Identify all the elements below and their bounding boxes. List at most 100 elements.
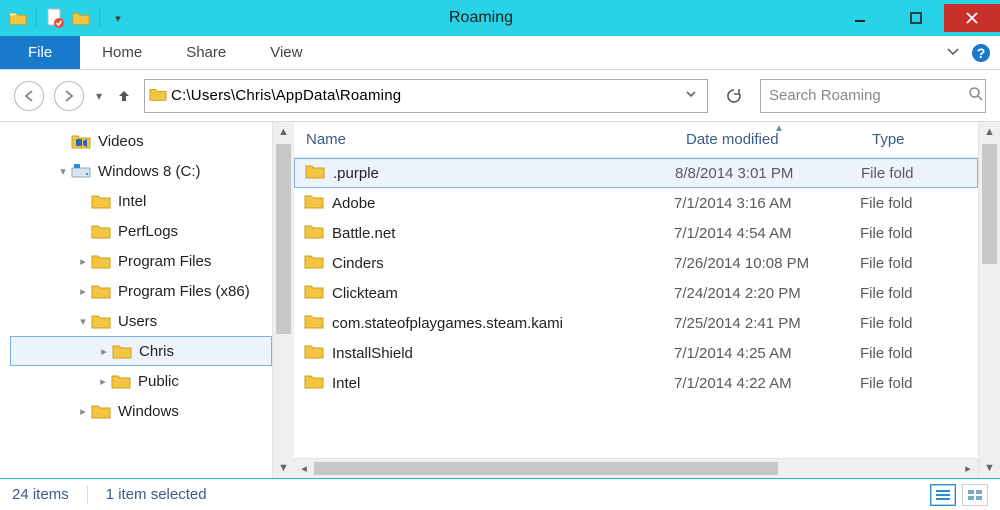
minimize-button[interactable] xyxy=(832,4,888,32)
column-header-type[interactable]: Type xyxy=(860,131,978,148)
search-box[interactable] xyxy=(760,79,986,113)
status-selection: 1 item selected xyxy=(106,486,207,503)
tree-item[interactable]: ▸Chris xyxy=(10,336,272,366)
help-icon[interactable]: ? xyxy=(972,44,990,62)
file-type: File fold xyxy=(860,315,978,332)
table-row[interactable]: InstallShield 7/1/2014 4:25 AMFile fold xyxy=(294,338,978,368)
tree-item[interactable]: ▸Windows xyxy=(10,396,272,426)
forward-button[interactable] xyxy=(54,81,84,111)
tree-item[interactable]: ▾ Users xyxy=(10,306,272,336)
status-bar: 24 items 1 item selected xyxy=(0,478,1000,510)
address-bar[interactable] xyxy=(144,79,708,113)
column-header-date[interactable]: Date modified xyxy=(674,131,860,148)
close-button[interactable] xyxy=(944,4,1000,32)
tree-item[interactable]: ▾ Windows 8 (C:) xyxy=(10,156,272,186)
tree-expander-icon[interactable]: ▸ xyxy=(76,255,90,268)
recent-locations-icon[interactable]: ▾ xyxy=(94,89,104,103)
folder-icon xyxy=(304,373,324,393)
search-input[interactable] xyxy=(769,87,968,104)
folder-icon xyxy=(90,283,112,299)
file-date: 7/1/2014 4:25 AM xyxy=(674,345,860,362)
tree-item[interactable]: PerfLogs xyxy=(10,216,272,246)
navbar: ▾ xyxy=(0,70,1000,122)
tree-item-label: PerfLogs xyxy=(118,223,178,240)
ribbon: File Home Share View ? xyxy=(0,36,1000,70)
tree-expander-icon[interactable]: ▸ xyxy=(76,285,90,298)
tree-item-label: Intel xyxy=(118,193,146,210)
file-type: File fold xyxy=(861,165,977,182)
refresh-button[interactable] xyxy=(718,87,750,105)
maximize-button[interactable] xyxy=(888,4,944,32)
window-system-icon[interactable] xyxy=(6,6,30,30)
file-name: .purple xyxy=(333,165,379,182)
file-name: InstallShield xyxy=(332,345,413,362)
tree-item[interactable]: ▸ Public xyxy=(10,366,272,396)
folder-icon xyxy=(304,313,324,333)
table-row[interactable]: Cinders7/26/2014 10:08 PMFile fold xyxy=(294,248,978,278)
tree-item-label: Public xyxy=(138,373,179,390)
file-type: File fold xyxy=(860,195,978,212)
folder-icon xyxy=(90,403,112,419)
table-row[interactable]: Battle.net7/1/2014 4:54 AMFile fold xyxy=(294,218,978,248)
view-details-button[interactable] xyxy=(930,484,956,506)
folder-icon xyxy=(304,253,324,273)
tree-expander-icon[interactable]: ▾ xyxy=(76,315,90,328)
qat-dropdown-icon[interactable]: ▾ xyxy=(106,6,130,30)
file-name: Cinders xyxy=(332,255,384,272)
folder-icon xyxy=(304,223,324,243)
qat-properties-icon[interactable] xyxy=(43,6,67,30)
tree-expander-icon[interactable]: ▸ xyxy=(76,405,90,418)
file-date: 7/1/2014 4:22 AM xyxy=(674,375,860,392)
window-title: Roaming xyxy=(130,9,832,27)
tree-item-label: Windows 8 (C:) xyxy=(98,163,201,180)
folder-icon xyxy=(304,193,324,213)
navigation-tree: Videos▾Windows 8 (C:)IntelPerfLogs▸Progr… xyxy=(0,122,294,478)
folder-icon xyxy=(70,133,92,149)
tree-expander-icon[interactable]: ▾ xyxy=(56,165,70,178)
ribbon-expand-icon[interactable] xyxy=(946,44,960,62)
tree-item-label: Users xyxy=(118,313,157,330)
table-row[interactable]: com.stateofplaygames.steam.kami7/25/2014… xyxy=(294,308,978,338)
sort-indicator-icon: ▲ xyxy=(774,123,784,134)
file-date: 8/8/2014 3:01 PM xyxy=(675,165,861,182)
file-type: File fold xyxy=(860,285,978,302)
file-tab[interactable]: File xyxy=(0,36,80,69)
folder-icon xyxy=(305,163,325,183)
column-header-name[interactable]: Name xyxy=(294,131,674,148)
address-dropdown-icon[interactable] xyxy=(679,87,703,104)
address-folder-icon xyxy=(149,86,167,106)
table-row[interactable]: Adobe7/1/2014 3:16 AMFile fold xyxy=(294,188,978,218)
file-list: ▲ Name Date modified Type .purple 8/8/201… xyxy=(294,122,1000,478)
table-row[interactable]: Clickteam7/24/2014 2:20 PMFile fold xyxy=(294,278,978,308)
file-type: File fold xyxy=(860,375,978,392)
folder-icon xyxy=(90,223,112,239)
tree-item[interactable]: ▸ Program Files xyxy=(10,246,272,276)
tab-view[interactable]: View xyxy=(248,36,324,69)
folder-icon xyxy=(304,283,324,303)
tab-home[interactable]: Home xyxy=(80,36,164,69)
titlebar: ▾ Roaming xyxy=(0,0,1000,36)
address-input[interactable] xyxy=(171,87,679,104)
folder-icon xyxy=(304,343,324,363)
tree-scrollbar[interactable]: ▲▼ xyxy=(272,122,294,478)
tab-share[interactable]: Share xyxy=(164,36,248,69)
back-button[interactable] xyxy=(14,81,44,111)
folder-icon xyxy=(70,163,92,179)
qat-newfolder-icon[interactable] xyxy=(69,6,93,30)
table-row[interactable]: Intel7/1/2014 4:22 AMFile fold xyxy=(294,368,978,398)
tree-expander-icon[interactable]: ▸ xyxy=(96,375,110,388)
tree-item-label: Program Files xyxy=(118,253,211,270)
file-name: Clickteam xyxy=(332,285,398,302)
tree-expander-icon[interactable]: ▸ xyxy=(97,345,111,358)
file-date: 7/25/2014 2:41 PM xyxy=(674,315,860,332)
table-row[interactable]: .purple 8/8/2014 3:01 PMFile fold xyxy=(294,158,978,188)
tree-item[interactable]: Videos xyxy=(10,126,272,156)
tree-item[interactable]: ▸Program Files (x86) xyxy=(10,276,272,306)
tree-item[interactable]: Intel xyxy=(10,186,272,216)
file-type: File fold xyxy=(860,345,978,362)
file-type: File fold xyxy=(860,225,978,242)
up-button[interactable] xyxy=(114,86,134,106)
view-thumbnails-button[interactable] xyxy=(962,484,988,506)
list-vscrollbar[interactable]: ▲▼ xyxy=(978,122,1000,478)
list-hscrollbar[interactable]: ◂ ▸ xyxy=(294,458,978,478)
